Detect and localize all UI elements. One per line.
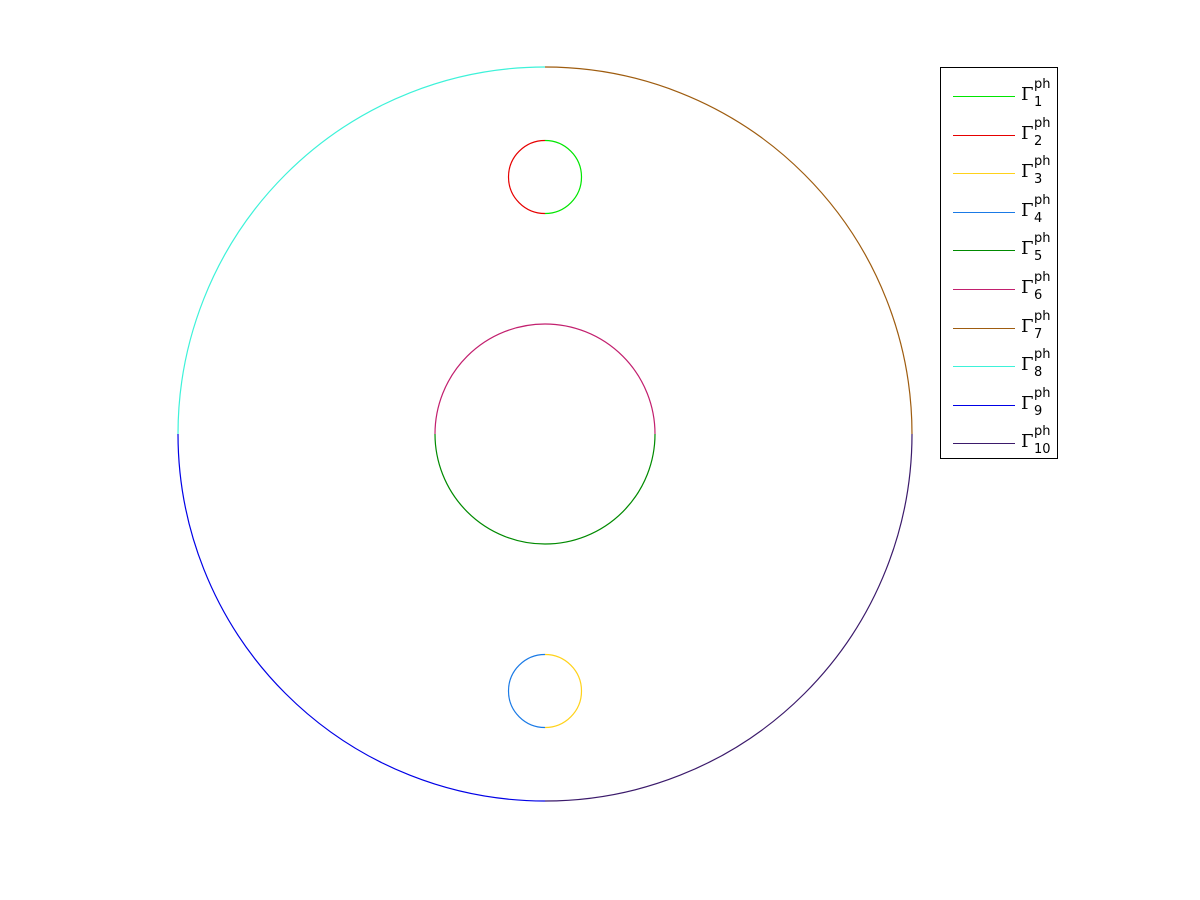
legend-swatch (953, 289, 1015, 290)
legend-superscript: ph (1034, 308, 1051, 324)
legend: Γph 1 Γph 2 Γph 3 Γph 4 Γph 5 Γph 6 Γph 7 Γph 8 Γph 9 Γph 1… (940, 67, 1058, 459)
boundary-gamma-7-arc (544, 66, 913, 435)
legend-entry: Γph 8 (941, 344, 1059, 383)
legend-symbol: Γ (1021, 277, 1034, 298)
boundary-gamma-3-arc (544, 653, 583, 729)
legend-symbol: Γ (1021, 84, 1034, 105)
legend-label: Γph 2 (1021, 117, 1061, 151)
legend-symbol: Γ (1021, 392, 1034, 414)
legend-swatch (953, 96, 1015, 97)
legend-symbol: Γ (1021, 161, 1034, 183)
legend-subscript: 6 (1034, 288, 1043, 303)
legend-entry: Γph 1 (941, 74, 1059, 113)
legend-swatch (953, 173, 1015, 175)
boundary-gamma-10-arc (544, 433, 913, 802)
legend-subscript: 1 (1034, 95, 1043, 110)
legend-label: Γph 6 (1021, 271, 1061, 305)
legend-label: Γph 7 (1021, 310, 1061, 344)
legend-subscript: 7 (1034, 326, 1043, 342)
boundary-gamma-6-arc (434, 323, 656, 435)
legend-label: Γph 5 (1021, 232, 1061, 266)
legend-swatch (953, 404, 1015, 406)
legend-swatch (953, 327, 1015, 329)
legend-subscript: 5 (1034, 249, 1043, 265)
legend-subscript: 10 (1034, 442, 1051, 458)
legend-symbol: Γ (1021, 431, 1034, 453)
legend-entry: Γph 3 (941, 151, 1059, 190)
legend-label: Γph 9 (1021, 387, 1061, 421)
legend-superscript: ph (1034, 115, 1051, 131)
legend-swatch (953, 443, 1015, 445)
legend-symbol: Γ (1021, 238, 1034, 260)
legend-symbol: Γ (1021, 315, 1034, 337)
legend-label: Γph 4 (1021, 194, 1061, 228)
legend-subscript: 9 (1034, 403, 1043, 419)
legend-entry: Γph 7 (941, 306, 1059, 345)
legend-swatch (953, 366, 1015, 368)
legend-label: Γph 8 (1021, 348, 1061, 382)
legend-symbol: Γ (1021, 354, 1034, 376)
legend-entry: Γph 6 (941, 267, 1059, 306)
legend-subscript: 3 (1034, 172, 1043, 188)
boundary-gamma-9-arc (177, 433, 546, 802)
boundary-gamma-8-arc (177, 66, 546, 435)
boundary-gamma-4-arc (507, 653, 546, 729)
legend-symbol: Γ (1021, 199, 1034, 221)
legend-entry: Γph 5 (941, 228, 1059, 267)
legend-superscript: ph (1034, 385, 1051, 401)
boundary-gamma-1-arc (544, 139, 583, 215)
legend-swatch (953, 134, 1015, 136)
legend-superscript: ph (1034, 77, 1051, 92)
legend-entry: Γph 10 (941, 421, 1059, 460)
legend-entry: Γph 9 (941, 383, 1059, 422)
legend-superscript: ph (1034, 270, 1051, 285)
legend-subscript: 2 (1034, 133, 1043, 149)
legend-superscript: ph (1034, 192, 1051, 208)
legend-swatch (953, 250, 1015, 252)
boundary-gamma-5-arc (434, 433, 656, 545)
legend-symbol: Γ (1021, 122, 1034, 144)
legend-superscript: ph (1034, 347, 1051, 363)
legend-swatch (953, 211, 1015, 213)
legend-subscript: 8 (1034, 365, 1043, 381)
legend-label: Γph 1 (1021, 78, 1061, 112)
legend-entry: Γph 4 (941, 190, 1059, 229)
legend-subscript: 4 (1034, 210, 1043, 226)
legend-label: Γph 10 (1021, 425, 1061, 459)
legend-superscript: ph (1034, 424, 1051, 440)
legend-label: Γph 3 (1021, 155, 1061, 189)
boundary-gamma-2-arc (507, 139, 546, 215)
legend-entry: Γph 2 (941, 113, 1059, 152)
legend-superscript: ph (1034, 154, 1051, 170)
legend-superscript: ph (1034, 231, 1051, 247)
